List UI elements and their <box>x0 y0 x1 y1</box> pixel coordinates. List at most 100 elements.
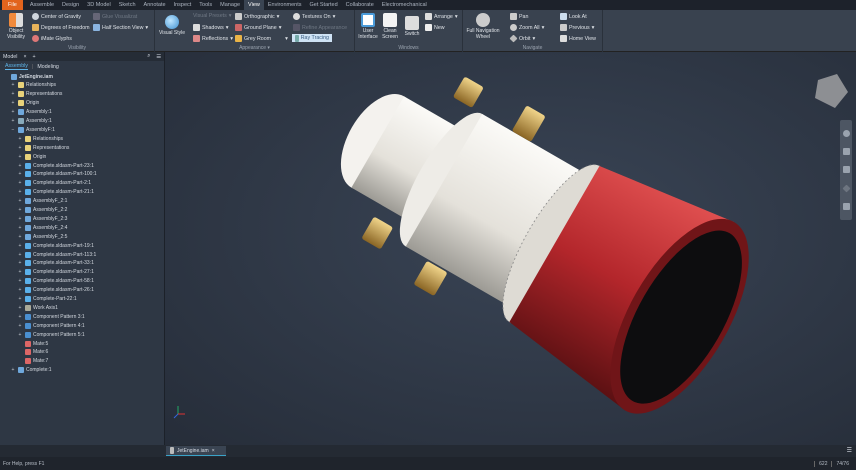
pan-icon[interactable] <box>842 148 850 156</box>
tree-item[interactable]: Mate:6 <box>17 348 48 357</box>
document-tab[interactable]: JetEngine.iam × <box>166 446 226 456</box>
tab-electromechanical[interactable]: Electromechanical <box>378 0 431 10</box>
expand-toggle[interactable]: + <box>17 189 23 195</box>
tab-view[interactable]: View <box>244 0 264 10</box>
zoom-all-button[interactable]: Zoom All ▾ <box>510 24 544 31</box>
tree-item[interactable]: + AssemblyF_2:5 <box>17 232 67 241</box>
glue-visualization-button[interactable]: Glue Visualizat <box>93 13 137 20</box>
tree-item[interactable]: + Origin <box>10 99 39 108</box>
close-icon[interactable]: × <box>23 54 26 60</box>
subtab-modeling[interactable]: Modeling <box>37 64 59 70</box>
object-visibility-button[interactable]: Object Visibility <box>3 13 29 40</box>
expand-toggle[interactable]: + <box>17 145 23 151</box>
tree-item[interactable]: + Complete.sldasm-Part-113:1 <box>17 250 96 259</box>
expand-toggle[interactable]: + <box>10 367 16 373</box>
zoom-icon[interactable] <box>842 166 850 174</box>
viewcube[interactable] <box>815 74 848 108</box>
tree-item[interactable]: + Component Pattern 5:1 <box>17 330 85 339</box>
look-at-icon[interactable] <box>842 203 850 211</box>
tree-item[interactable]: − AssemblyF:1 <box>10 125 55 134</box>
tree-item[interactable]: + Assembly:1 <box>10 117 52 126</box>
tab-sketch[interactable]: Sketch <box>115 0 140 10</box>
expand-toggle[interactable]: + <box>17 243 23 249</box>
tree-item[interactable]: + AssemblyF_2:1 <box>17 197 67 206</box>
reflections-button[interactable]: Reflections ▾ <box>193 35 233 42</box>
tab-3d-model[interactable]: 3D Model <box>83 0 115 10</box>
refine-appearance-button[interactable]: Refine Appearance <box>293 24 347 31</box>
expand-toggle[interactable]: + <box>17 171 23 177</box>
tree-item[interactable]: + Work Axis1 <box>17 303 58 312</box>
tree-item[interactable]: + Representations <box>17 143 69 152</box>
expand-toggle[interactable]: + <box>17 207 23 213</box>
expand-toggle[interactable]: + <box>17 260 23 266</box>
graphics-viewport[interactable] <box>165 52 856 445</box>
expand-toggle[interactable]: + <box>17 252 23 258</box>
tree-item[interactable]: + Complete.sldasm-Part-33:1 <box>17 259 94 268</box>
add-tab-icon[interactable]: + <box>33 54 36 60</box>
clean-screen-button[interactable]: Clean Screen <box>379 13 401 40</box>
orbit-icon[interactable] <box>842 184 850 193</box>
tree-item[interactable]: Mate:5 <box>17 339 48 348</box>
steering-wheel-icon[interactable] <box>842 129 850 137</box>
tab-manage[interactable]: Manage <box>216 0 244 10</box>
arrange-button[interactable]: Arrange ▾ <box>425 13 458 20</box>
expand-toggle[interactable]: + <box>17 305 23 311</box>
expand-toggle[interactable]: + <box>17 296 23 302</box>
ground-plane-button[interactable]: Ground Plane ▾ <box>235 24 281 31</box>
tree-item[interactable]: Mate:7 <box>17 357 48 366</box>
tree-item[interactable]: + AssemblyF_2:2 <box>17 206 67 215</box>
previous-view-button[interactable]: Previous ▾ <box>560 24 594 31</box>
tree-item[interactable]: + AssemblyF_2:4 <box>17 223 67 232</box>
tree-item[interactable]: + Assembly:1 <box>10 108 52 117</box>
tree-item[interactable]: JetEngine.iam <box>3 72 53 81</box>
expand-toggle[interactable]: + <box>17 332 23 338</box>
browser-tab-model[interactable]: Model <box>3 54 17 60</box>
full-navigation-wheel-button[interactable]: Full Navigation Wheel <box>465 13 501 40</box>
tab-design[interactable]: Design <box>58 0 83 10</box>
expand-toggle[interactable]: + <box>17 287 23 293</box>
tab-get-started[interactable]: Get Started <box>306 0 342 10</box>
menu-icon[interactable]: ☰ <box>156 54 161 60</box>
subtab-assembly[interactable]: Assembly <box>5 63 28 70</box>
degrees-of-freedom-button[interactable]: Degrees of Freedom <box>32 24 90 31</box>
expand-toggle[interactable]: + <box>10 118 16 124</box>
tree-item[interactable]: + AssemblyF_2:3 <box>17 214 67 223</box>
tree-item[interactable]: + Complete.sldasm-Part-19:1 <box>17 241 94 250</box>
user-interface-button[interactable]: User Interface <box>357 13 379 40</box>
tab-annotate[interactable]: Annotate <box>140 0 170 10</box>
tree-item[interactable]: + Relationships <box>10 81 56 90</box>
tree-item[interactable]: + Complete.sldasm-Part-100:1 <box>17 170 97 179</box>
new-window-button[interactable]: New <box>425 24 445 31</box>
home-view-button[interactable]: Home View <box>560 35 596 42</box>
expand-toggle[interactable]: + <box>17 278 23 284</box>
menu-icon[interactable]: ☰ <box>847 447 852 454</box>
pan-button[interactable]: Pan <box>510 13 528 20</box>
tab-environments[interactable]: Environments <box>264 0 306 10</box>
tree-item[interactable]: + Relationships <box>17 134 63 143</box>
expand-toggle[interactable]: + <box>17 136 23 142</box>
tree-item[interactable]: + Complete.sldasm-Part-27:1 <box>17 268 94 277</box>
look-at-button[interactable]: Look At <box>560 13 587 20</box>
expand-toggle[interactable]: + <box>17 269 23 275</box>
tree-item[interactable]: + Complete.sldasm-Part-26:1 <box>17 286 94 295</box>
tree-item[interactable]: + Complete-Part-22:1 <box>17 295 77 304</box>
expand-toggle[interactable]: + <box>17 216 23 222</box>
ray-tracing-button[interactable]: Ray Tracing <box>292 34 332 42</box>
tab-collaborate[interactable]: Collaborate <box>342 0 378 10</box>
expand-toggle[interactable]: + <box>17 198 23 204</box>
center-of-gravity-button[interactable]: Center of Gravity <box>32 13 81 20</box>
tree-item[interactable]: + Origin <box>17 152 46 161</box>
visual-presets-dropdown[interactable]: Visual Presets ▾ <box>193 13 231 19</box>
expand-toggle[interactable]: + <box>17 323 23 329</box>
grey-room-dropdown[interactable]: Grey Room ▾ <box>235 35 288 42</box>
expand-toggle[interactable]: + <box>10 100 16 106</box>
orthographic-dropdown[interactable]: Orthographic ▾ <box>235 13 279 20</box>
shadows-button[interactable]: Shadows ▾ <box>193 24 228 31</box>
expand-toggle[interactable]: + <box>17 180 23 186</box>
tree-item[interactable]: + Complete.sldasm-Part-23:1 <box>17 161 94 170</box>
tree-item[interactable]: + Component Pattern 3:1 <box>17 312 85 321</box>
expand-toggle[interactable]: + <box>10 82 16 88</box>
half-section-view-button[interactable]: Half Section View ▾ <box>93 24 148 31</box>
tree-item[interactable]: + Complete.sldasm-Part-58:1 <box>17 277 94 286</box>
tree-item[interactable]: + Complete:1 <box>10 366 52 375</box>
